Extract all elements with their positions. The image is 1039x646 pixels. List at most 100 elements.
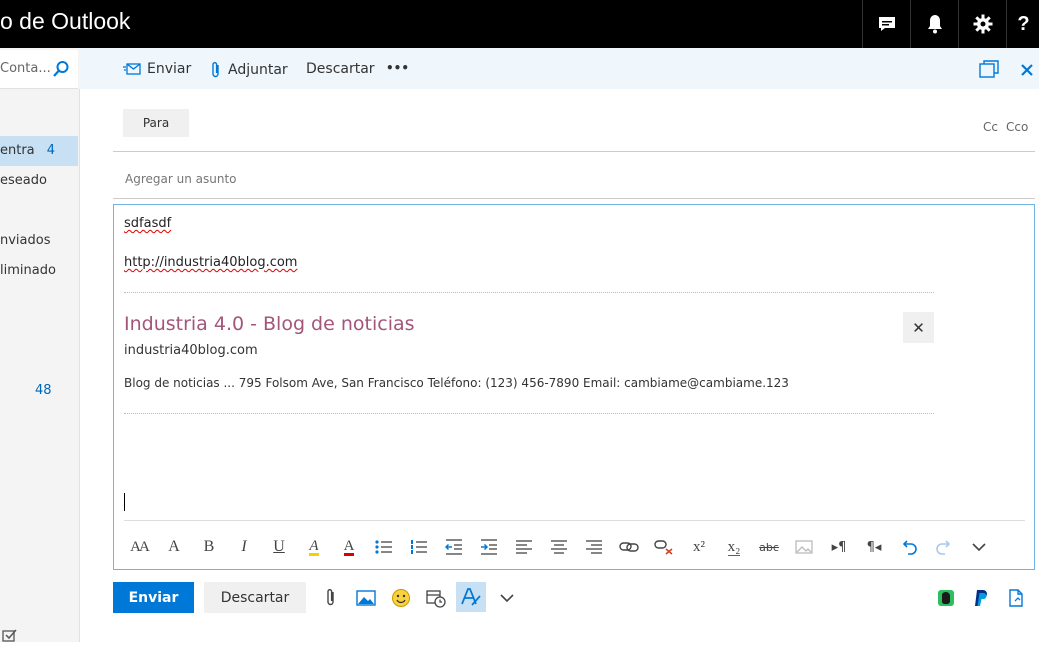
send-button[interactable]: Enviar: [113, 582, 194, 613]
bold-button[interactable]: B: [196, 534, 222, 560]
undo-icon: [902, 540, 917, 555]
more-formatting-button[interactable]: [966, 534, 992, 560]
schedule-button[interactable]: [422, 584, 450, 612]
nav-item-deleted[interactable]: liminado: [0, 256, 78, 286]
insert-picture-inline-button[interactable]: [791, 534, 817, 560]
superscript-icon: x²: [693, 538, 705, 555]
close-icon: ✕: [912, 318, 925, 337]
highlight-button[interactable]: A: [301, 534, 327, 560]
send-icon: [123, 63, 141, 75]
redo-icon: [936, 540, 951, 555]
body-text[interactable]: sdfasdf: [124, 216, 171, 231]
settings-button[interactable]: [958, 0, 1007, 48]
nav-item-inbox[interactable]: entra 4: [0, 136, 78, 166]
bullets-button[interactable]: [371, 534, 397, 560]
to-field-underline: [113, 151, 1035, 152]
numbering-button[interactable]: [406, 534, 432, 560]
font-color-button[interactable]: A: [336, 534, 362, 560]
font-size-button[interactable]: AA: [126, 534, 152, 560]
more-actions-button[interactable]: [493, 584, 521, 612]
insert-link-button[interactable]: [616, 534, 642, 560]
discard-button[interactable]: Descartar: [204, 582, 306, 613]
search-icon[interactable]: [52, 60, 70, 82]
align-left-button[interactable]: [511, 534, 537, 560]
bell-icon: [928, 15, 942, 34]
evernote-addin-button[interactable]: [932, 584, 960, 612]
strikethrough-button[interactable]: abc: [756, 534, 782, 560]
emoji-button[interactable]: [387, 584, 415, 612]
cc-link[interactable]: Cc: [983, 120, 998, 134]
preview-bottom-divider: [124, 413, 934, 414]
italic-icon: I: [241, 538, 247, 555]
attach-command-label: Adjuntar: [228, 62, 288, 78]
question-icon: ?: [1017, 12, 1030, 35]
underline-button[interactable]: U: [266, 534, 292, 560]
more-options-button[interactable]: •••: [386, 61, 409, 75]
superscript-button[interactable]: x²: [686, 534, 712, 560]
tasks-icon[interactable]: [2, 627, 18, 646]
close-compose-icon[interactable]: [1020, 62, 1034, 81]
to-button[interactable]: Para: [123, 109, 189, 137]
help-button[interactable]: ?: [1006, 0, 1039, 48]
unlink-icon: [654, 540, 673, 555]
link-preview-description: Blog de noticias ... 795 Folsom Ave, San…: [124, 376, 789, 390]
send-command[interactable]: Enviar: [123, 61, 191, 77]
font-size-icon: AA: [130, 538, 150, 555]
ltr-button[interactable]: ▸¶: [826, 534, 852, 560]
app-title: o de Outlook: [0, 8, 131, 34]
decrease-indent-button[interactable]: [441, 534, 467, 560]
link-preview-domain: industria40blog.com: [124, 343, 258, 358]
nav-item-junk[interactable]: eseado: [0, 166, 78, 196]
format-toggle-button[interactable]: [456, 582, 486, 612]
italic-button[interactable]: I: [231, 534, 257, 560]
numbered-list-icon: [411, 540, 427, 554]
increase-indent-button[interactable]: [476, 534, 502, 560]
font-color-icon: A: [343, 537, 355, 556]
remove-link-button[interactable]: [651, 534, 677, 560]
link-icon: [619, 542, 639, 552]
nav-folder-count[interactable]: 48: [35, 383, 52, 398]
chat-button[interactable]: [862, 0, 911, 48]
bullet-list-icon: [375, 540, 392, 554]
insert-picture-button[interactable]: [352, 584, 380, 612]
subscript-button[interactable]: x₂: [721, 534, 747, 560]
picture-disabled-icon: [795, 540, 813, 554]
subscript-icon: x₂: [727, 538, 741, 556]
redo-button[interactable]: [931, 534, 957, 560]
document-addin-button[interactable]: [1002, 584, 1030, 612]
undo-button[interactable]: [896, 534, 922, 560]
align-right-button[interactable]: [581, 534, 607, 560]
attach-button[interactable]: [317, 584, 345, 612]
nav-item-count: 4: [46, 143, 56, 158]
link-preview-close-button[interactable]: ✕: [903, 312, 934, 343]
underline-icon: U: [273, 538, 285, 555]
send-command-label: Enviar: [147, 61, 192, 77]
align-left-icon: [516, 540, 532, 554]
strikethrough-icon: abc: [759, 540, 779, 554]
align-center-button[interactable]: [546, 534, 572, 560]
paperclip-icon: [327, 589, 334, 606]
calendar-clock-icon: [426, 590, 446, 608]
gear-icon: [973, 14, 993, 34]
text-cursor: [124, 493, 125, 511]
align-center-icon: [551, 540, 567, 554]
format-pen-icon: [461, 588, 481, 606]
grow-font-button[interactable]: A: [161, 534, 187, 560]
rtl-button[interactable]: ¶◂: [861, 534, 887, 560]
discard-command[interactable]: Descartar: [306, 61, 375, 77]
link-preview-title[interactable]: Industria 4.0 - Blog de noticias: [124, 313, 415, 335]
bcc-link[interactable]: Cco: [1006, 120, 1028, 134]
body-link[interactable]: http://industria40blog.com: [124, 255, 297, 270]
notifications-button[interactable]: [910, 0, 959, 48]
nav-item-sent[interactable]: nviados: [0, 226, 78, 256]
subject-underline: [113, 198, 1035, 199]
search-input[interactable]: Conta...: [0, 61, 51, 76]
ltr-icon: ▸¶: [831, 539, 847, 555]
emoji-icon: [392, 589, 410, 607]
attach-command[interactable]: Adjuntar: [210, 61, 288, 79]
bold-icon: B: [203, 538, 215, 555]
subject-input[interactable]: Agregar un asunto: [125, 172, 237, 186]
popout-icon[interactable]: [979, 60, 999, 82]
indent-icon: [481, 539, 497, 555]
paypal-addin-button[interactable]: [967, 584, 995, 612]
